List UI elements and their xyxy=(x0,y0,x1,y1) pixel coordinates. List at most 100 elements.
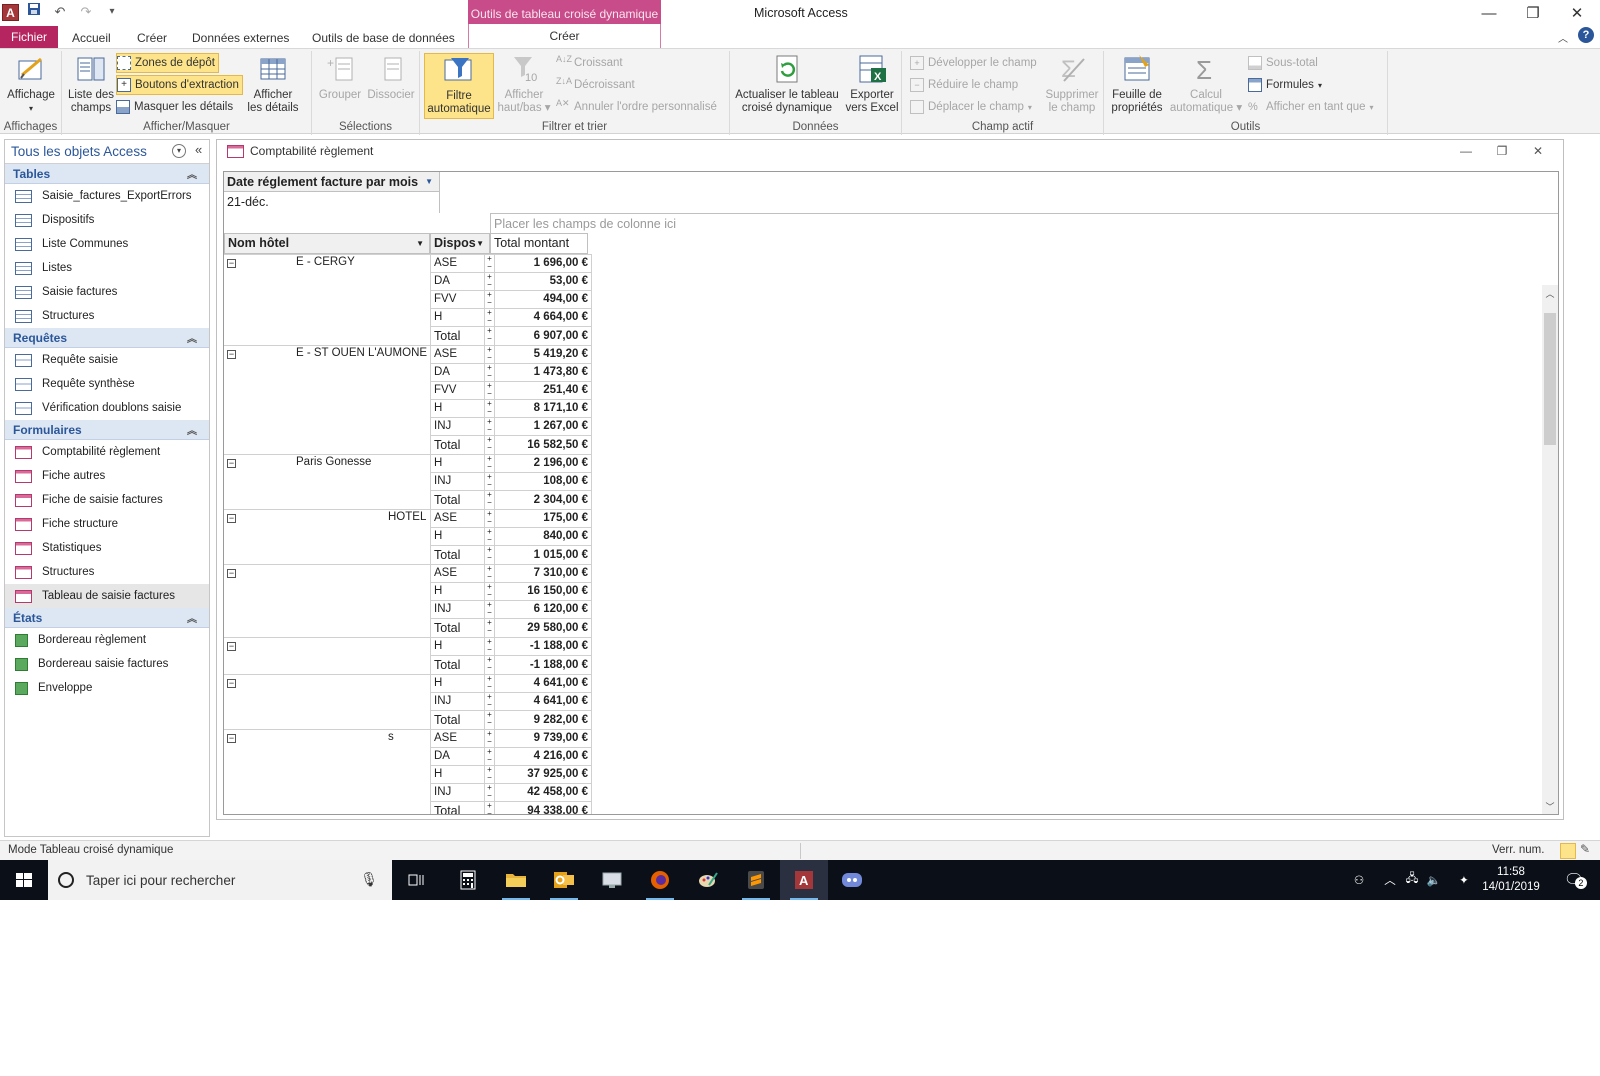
cell-total-montant[interactable]: 6 907,00 € xyxy=(494,326,592,345)
expand-detail-icon[interactable]: + − xyxy=(484,674,494,692)
cell-total-montant[interactable]: 2 304,00 € xyxy=(494,490,592,509)
start-button[interactable] xyxy=(0,860,48,900)
nav-item-querie[interactable]: Requête saisie xyxy=(5,348,209,372)
property-sheet-button[interactable]: Feuille de propriétés xyxy=(1108,53,1166,115)
nav-section-queries[interactable]: Requêtes ︽ xyxy=(5,328,209,348)
cell-total-montant[interactable]: 1 696,00 € xyxy=(494,254,592,272)
nav-section-forms[interactable]: Formulaires ︽ xyxy=(5,420,209,440)
collapse-group-icon[interactable]: − xyxy=(227,569,236,578)
expand-detail-icon[interactable]: + − xyxy=(484,692,494,710)
nav-item-form[interactable]: Comptabilité règlement xyxy=(5,440,209,464)
cell-dispos[interactable]: Total xyxy=(430,545,484,564)
dropdown-arrow-icon[interactable]: ▼ xyxy=(416,234,424,253)
expand-detail-icon[interactable]: + − xyxy=(484,345,494,363)
drop-zones-button[interactable]: Zones de dépôt xyxy=(116,53,219,73)
scroll-thumb[interactable] xyxy=(1544,313,1556,445)
collapse-group-icon[interactable]: − xyxy=(227,350,236,359)
cell-total-montant[interactable]: 42 458,00 € xyxy=(494,783,592,801)
nav-item-form[interactable]: Fiche autres xyxy=(5,464,209,488)
dropbox-icon[interactable]: ✦ xyxy=(1456,860,1472,900)
cell-total-montant[interactable]: 1 015,00 € xyxy=(494,545,592,564)
show-as-button[interactable]: % Afficher en tant que ▾ xyxy=(1248,97,1374,117)
cell-total-montant[interactable]: -1 188,00 € xyxy=(494,655,592,674)
expand-detail-icon[interactable]: + − xyxy=(484,490,494,509)
expand-detail-icon[interactable]: + − xyxy=(484,582,494,600)
sort-ascending-button[interactable]: A↓Z Croissant xyxy=(556,53,623,73)
hotel-name[interactable]: E - CERGY xyxy=(296,256,355,268)
export-excel-button[interactable]: X Exporter vers Excel xyxy=(844,53,900,115)
hotel-name[interactable]: HOTEL xyxy=(388,511,426,523)
nav-item-table[interactable]: Dispositifs xyxy=(5,208,209,232)
cell-total-montant[interactable]: 53,00 € xyxy=(494,272,592,290)
expand-detail-icon[interactable]: + − xyxy=(484,381,494,399)
collapse-group-icon[interactable]: − xyxy=(227,459,236,468)
taskbar-search[interactable]: Taper ici pour rechercher 🎙 xyxy=(48,860,392,900)
nav-item-table[interactable]: Listes xyxy=(5,256,209,280)
cell-total-montant[interactable]: 8 171,10 € xyxy=(494,399,592,417)
row-field-dispos[interactable]: Dispos ▼ xyxy=(430,233,490,254)
cell-dispos[interactable]: Total xyxy=(430,655,484,674)
autofilter-button[interactable]: Filtre automatique xyxy=(424,53,494,119)
cell-dispos[interactable]: Total xyxy=(430,326,484,345)
nav-item-report[interactable]: Bordereau règlement xyxy=(5,628,209,652)
collapse-field-button[interactable]: − Réduire le champ xyxy=(910,75,1018,95)
customize-qat-icon[interactable]: ▾ xyxy=(101,2,123,22)
formulas-button[interactable]: Formules ▾ xyxy=(1248,75,1322,95)
tab-database-tools[interactable]: Outils de base de données xyxy=(302,28,465,48)
tab-file[interactable]: Fichier xyxy=(0,26,58,48)
cell-dispos[interactable]: Total xyxy=(430,435,484,454)
expand-field-button[interactable]: + Développer le champ xyxy=(910,53,1037,73)
expand-detail-icon[interactable]: + − xyxy=(484,801,494,814)
cell-dispos[interactable]: H xyxy=(430,765,484,783)
hotel-name[interactable]: s xyxy=(388,731,394,743)
design-view-icon[interactable]: ✎ xyxy=(1580,842,1590,856)
cell-dispos[interactable]: INJ xyxy=(430,472,484,490)
cell-dispos[interactable]: FVV xyxy=(430,381,484,399)
drill-buttons-button[interactable]: + Boutons d'extraction xyxy=(116,75,243,95)
cell-dispos[interactable]: ASE xyxy=(430,509,484,527)
sublime-text-icon[interactable] xyxy=(732,860,780,900)
vertical-scrollbar[interactable]: ︿ ﹀ xyxy=(1542,285,1558,814)
scroll-down-arrow-icon[interactable]: ﹀ xyxy=(1542,800,1558,813)
nav-item-form[interactable]: Fiche structure xyxy=(5,512,209,536)
cell-total-montant[interactable]: 4 216,00 € xyxy=(494,747,592,765)
cell-dispos[interactable]: Total xyxy=(430,801,484,814)
expand-detail-icon[interactable]: + − xyxy=(484,308,494,326)
firefox-icon[interactable] xyxy=(636,860,684,900)
nav-section-tables[interactable]: Tables ︽ xyxy=(5,164,209,184)
cell-dispos[interactable]: H xyxy=(430,454,484,472)
nav-item-table[interactable]: Saisie factures xyxy=(5,280,209,304)
field-list-button[interactable]: Liste des champs xyxy=(66,53,116,115)
people-icon[interactable]: ⚇ xyxy=(1344,860,1374,900)
row-field-nom-hotel[interactable]: Nom hôtel ▼ xyxy=(224,233,430,254)
expand-detail-icon[interactable]: + − xyxy=(484,564,494,582)
expand-detail-icon[interactable]: + − xyxy=(484,472,494,490)
dropdown-arrow-icon[interactable]: ▼ xyxy=(425,172,433,192)
nav-item-table[interactable]: Saisie_factures_ExportErrors xyxy=(5,184,209,208)
cell-dispos[interactable]: INJ xyxy=(430,692,484,710)
move-field-button[interactable]: Déplacer le champ ▾ xyxy=(910,97,1032,117)
nav-item-form[interactable]: Fiche de saisie factures xyxy=(5,488,209,512)
cell-total-montant[interactable]: 7 310,00 € xyxy=(494,564,592,582)
undo-icon[interactable]: ↶ xyxy=(49,2,71,22)
expand-detail-icon[interactable]: + − xyxy=(484,254,494,272)
help-icon[interactable]: ? xyxy=(1578,27,1594,43)
show-hidden-icons-icon[interactable]: ︿ xyxy=(1380,860,1400,900)
filter-field-button[interactable]: Date réglement facture par mois ▼ xyxy=(224,172,440,192)
hide-details-button[interactable]: Masquer les détails xyxy=(116,97,233,117)
nav-item-form[interactable]: Statistiques xyxy=(5,536,209,560)
nav-item-table[interactable]: Liste Communes xyxy=(5,232,209,256)
network-icon[interactable]: 🖧 xyxy=(1402,860,1422,900)
cell-dispos[interactable]: ASE xyxy=(430,254,484,272)
nav-pane-header[interactable]: Tous les objets Access ▾ « xyxy=(5,140,209,164)
cell-dispos[interactable]: ASE xyxy=(430,564,484,582)
tab-home[interactable]: Accueil xyxy=(62,28,121,48)
cell-total-montant[interactable]: 9 282,00 € xyxy=(494,710,592,729)
nav-item-report[interactable]: Enveloppe xyxy=(5,676,209,700)
remote-desktop-icon[interactable] xyxy=(588,860,636,900)
tab-external-data[interactable]: Données externes xyxy=(182,28,299,48)
expand-detail-icon[interactable]: + − xyxy=(484,272,494,290)
ungroup-button[interactable]: Dissocier xyxy=(366,53,416,102)
expand-detail-icon[interactable]: + − xyxy=(484,655,494,674)
cell-dispos[interactable]: Total xyxy=(430,618,484,637)
